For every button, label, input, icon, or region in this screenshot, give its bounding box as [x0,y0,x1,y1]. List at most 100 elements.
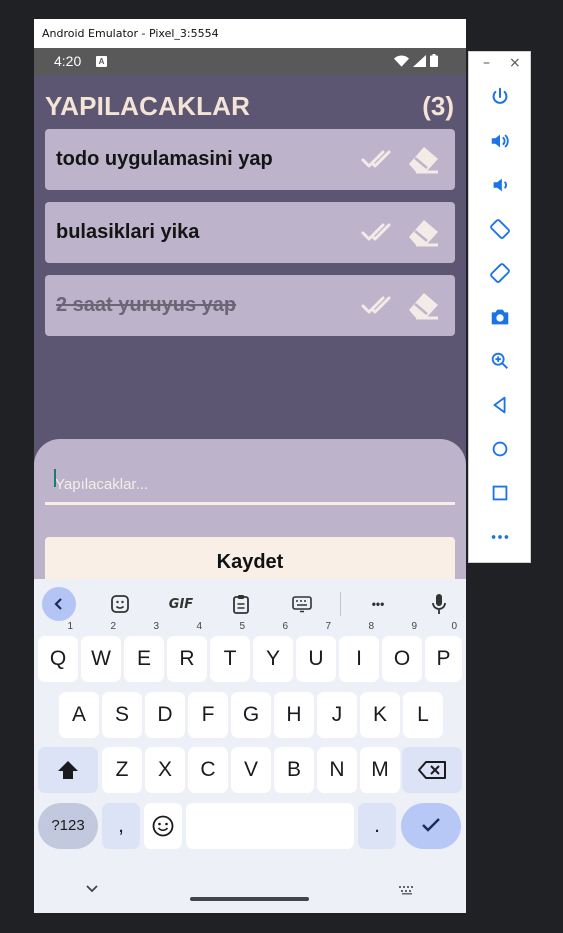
key-label: Q [49,647,67,670]
volume-up-icon[interactable] [483,124,517,158]
key-hint: 1 [67,621,73,632]
camera-icon[interactable] [483,300,517,334]
key-a[interactable]: A [59,692,99,738]
key-n[interactable]: N [317,747,357,793]
emoji-icon [152,815,174,837]
text-caret [54,469,56,487]
key-hint: 7 [325,621,331,632]
key-t[interactable]: T5 [210,621,250,682]
comma-key[interactable]: , [102,803,140,849]
power-icon[interactable] [483,80,517,114]
symbols-key[interactable]: ?123 [38,803,98,849]
done-all-icon[interactable] [361,293,397,322]
emoji-key[interactable] [144,803,182,849]
chevron-left-icon[interactable] [42,587,76,621]
key-label: T [223,647,237,670]
key-j[interactable]: J [317,692,357,738]
todo-count: (3) [422,91,454,121]
space-key[interactable] [186,803,354,849]
todo-text: 2 saat yuruyus yap [56,294,237,316]
rotate-right-icon[interactable] [483,256,517,290]
key-d[interactable]: D [145,692,185,738]
keyboard-toolbar: GIF ••• [34,579,466,627]
key-hint: 3 [153,621,159,632]
chevron-down-icon[interactable] [86,885,98,893]
key-h[interactable]: H [274,692,314,738]
key-e[interactable]: E3 [124,621,164,682]
status-time: 4:20 [54,53,82,69]
key-f[interactable]: F [188,692,228,738]
key-o[interactable]: O9 [382,621,422,682]
minimize-button[interactable]: – [483,55,490,71]
home-icon[interactable] [483,432,517,466]
toolbar-divider [340,592,341,616]
keyboard-switch-icon[interactable] [398,885,416,895]
gesture-pill[interactable] [190,897,309,901]
todo-input[interactable] [45,467,455,505]
key-z[interactable]: Z [102,747,142,793]
key-u[interactable]: U7 [296,621,336,682]
microphone-icon[interactable] [422,587,456,621]
eraser-icon[interactable] [405,215,441,254]
zoom-icon[interactable] [483,344,517,378]
gif-button[interactable]: GIF [164,587,198,621]
more-options-icon[interactable]: ••• [361,587,395,621]
done-key[interactable] [401,803,461,849]
todo-text: bulasiklari yika [56,221,200,243]
key-label: W [91,647,111,670]
key-k[interactable]: K [360,692,400,738]
key-label: U [308,647,324,670]
period-key[interactable]: . [358,803,396,849]
more-icon[interactable] [483,520,517,554]
status-icons [394,54,438,67]
key-v[interactable]: V [231,747,271,793]
key-x[interactable]: X [145,747,185,793]
sticker-icon[interactable] [103,587,137,621]
eraser-icon[interactable] [405,288,441,327]
notification-icon: A [96,56,107,67]
key-r[interactable]: R4 [167,621,207,682]
todo-item: 2 saat yuruyus yap [45,275,455,336]
wifi-icon [394,54,409,67]
done-all-icon[interactable] [361,147,397,176]
key-w[interactable]: W2 [81,621,121,682]
keyboard-settings-icon[interactable] [285,587,319,621]
keyboard: GIF ••• Q1 W2 E3 R4 T5 Y6 U7 I8 O9 P0 A … [34,579,466,913]
backspace-icon [418,761,446,779]
check-icon [422,818,440,832]
shift-icon [58,761,78,779]
key-l[interactable]: L [403,692,443,738]
emulator-window: Android Emulator - Pixel_3:5554 4:20 A Y… [34,19,466,913]
key-s[interactable]: S [102,692,142,738]
close-button[interactable]: × [509,55,521,71]
backspace-key[interactable] [402,747,462,793]
key-hint: 8 [368,621,374,632]
back-icon[interactable] [483,388,517,422]
emulator-title: Android Emulator - Pixel_3:5554 [34,19,466,48]
rotate-left-icon[interactable] [483,212,517,246]
key-label: R [179,647,195,670]
key-hint: 4 [196,621,202,632]
eraser-icon[interactable] [405,142,441,181]
status-bar: 4:20 A [34,48,466,75]
key-i[interactable]: I8 [339,621,379,682]
todo-text: todo uygulamasini yap [56,148,273,170]
key-p[interactable]: P0 [425,621,462,682]
shift-key[interactable] [38,747,98,793]
key-y[interactable]: Y6 [253,621,293,682]
done-all-icon[interactable] [361,220,397,249]
key-label: O [393,647,411,670]
key-c[interactable]: C [188,747,228,793]
overview-icon[interactable] [483,476,517,510]
key-m[interactable]: M [360,747,400,793]
todo-item: todo uygulamasini yap [45,129,455,190]
key-hint: 6 [282,621,288,632]
more-label: ••• [371,597,385,611]
key-q[interactable]: Q1 [38,621,78,682]
clipboard-icon[interactable] [224,587,258,621]
key-g[interactable]: G [231,692,271,738]
signal-icon [413,54,426,67]
key-label: E [136,647,151,670]
key-b[interactable]: B [274,747,314,793]
volume-down-icon[interactable] [483,168,517,202]
